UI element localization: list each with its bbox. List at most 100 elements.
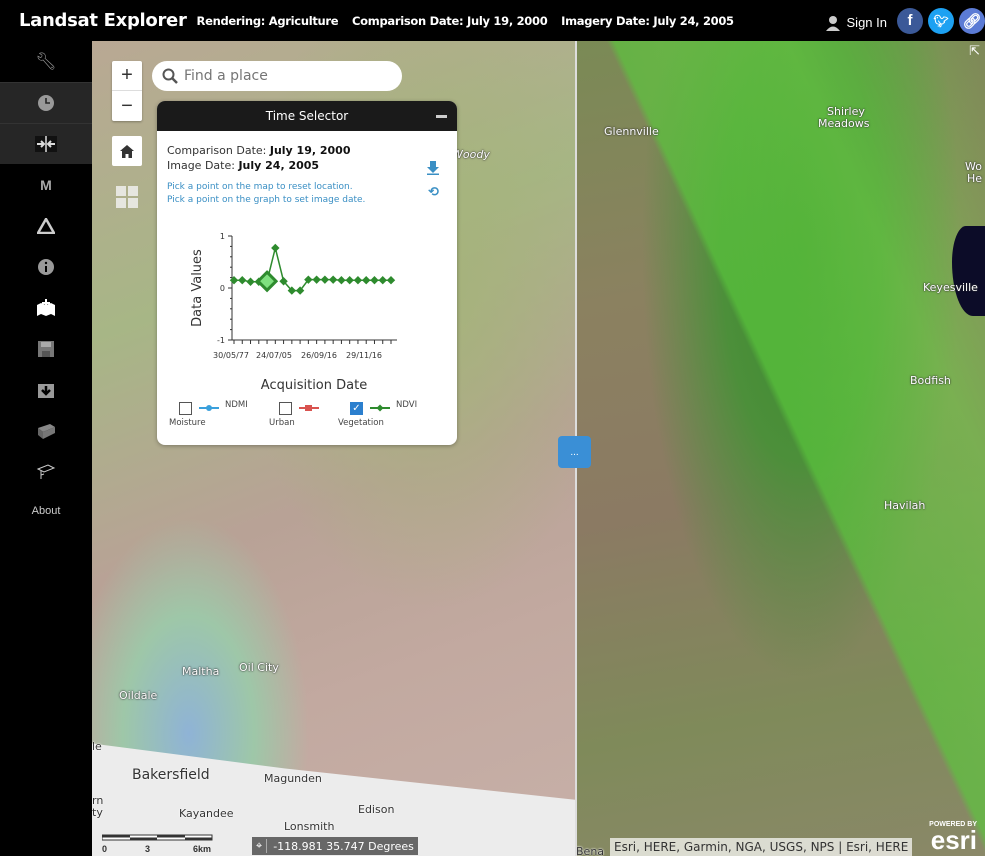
place-label: Bena: [576, 845, 605, 856]
data-point[interactable]: [353, 275, 363, 285]
scale-label: 3: [145, 844, 151, 854]
current-imagery-layer: [576, 41, 985, 856]
moisture-checkbox[interactable]: [179, 402, 192, 415]
zoom-in-button[interactable]: +: [112, 61, 142, 91]
urban-line-icon: [299, 405, 319, 411]
sidebar-item-time[interactable]: [0, 82, 92, 123]
selected-data-point[interactable]: [255, 270, 279, 293]
attribution: Esri, HERE, Garmin, NGA, USGS, NPS | Esr…: [610, 838, 913, 856]
data-point[interactable]: [370, 275, 379, 285]
swipe-icon: [35, 136, 57, 152]
comparison-date-row: Comparison Date: July 19, 2000: [167, 143, 447, 158]
legend-name: Urban: [269, 418, 295, 428]
x-tick-label: 26/09/16: [301, 351, 337, 360]
data-point[interactable]: [386, 275, 396, 285]
place-label: Lonsmith: [284, 820, 335, 833]
graduation-cap-icon: [36, 463, 56, 479]
x-tick-label: 30/05/77: [213, 351, 249, 360]
data-point[interactable]: [328, 275, 338, 284]
triangle-icon: [37, 217, 55, 234]
vegetation-checkbox[interactable]: ✓: [350, 402, 363, 415]
refresh-icon[interactable]: ⟲: [428, 185, 439, 200]
x-tick-label: 24/07/05: [256, 351, 292, 360]
link-icon[interactable]: 🔗︎: [959, 7, 985, 34]
minimize-icon[interactable]: [436, 115, 447, 118]
sidebar-item-bookmark[interactable]: [0, 287, 92, 328]
search-icon: [162, 68, 178, 84]
book-icon: [38, 423, 55, 439]
place-label: Magunden: [264, 772, 322, 785]
image-date-value: July 24, 2005: [238, 159, 320, 172]
sidebar-item-export[interactable]: [0, 369, 92, 410]
save-icon: [38, 340, 54, 357]
y-axis-title: Data Values: [190, 249, 205, 327]
place-label: Edison: [358, 803, 395, 816]
sidebar-item-save[interactable]: [0, 328, 92, 369]
ndmi-line-icon: [199, 405, 219, 411]
place-label: Bodfish: [910, 374, 951, 387]
scale-label: 0: [102, 844, 108, 854]
sign-in-label: Sign In: [846, 15, 887, 30]
search-input[interactable]: [184, 68, 384, 84]
home-icon: [120, 144, 134, 158]
user-icon: [825, 15, 840, 31]
sidebar-item-education[interactable]: [0, 451, 92, 492]
data-point[interactable]: [320, 275, 330, 284]
panel-header: Time Selector: [157, 101, 457, 131]
zoom-out-button[interactable]: −: [112, 91, 142, 121]
data-point[interactable]: [378, 275, 387, 285]
sidebar-item-about[interactable]: About: [0, 492, 92, 530]
comparison-date-value: July 19, 2000: [269, 144, 351, 157]
esri-logo: POWERED BY esri: [929, 821, 977, 854]
y-tick-label: 1: [220, 232, 225, 241]
place-label: Keyesville: [923, 281, 978, 294]
scale-bar-graphic: [101, 834, 213, 841]
crosshair-icon[interactable]: ⌖: [256, 839, 268, 853]
place-label: Maltha: [182, 665, 220, 678]
data-point[interactable]: [246, 277, 255, 286]
search-box: [152, 61, 402, 91]
facebook-icon[interactable]: f: [897, 7, 923, 34]
time-selector-panel: Time Selector Comparison Date: July 19, …: [157, 101, 457, 445]
home-button[interactable]: [112, 136, 142, 166]
expand-icon[interactable]: ⇱: [969, 43, 980, 59]
swipe-handle[interactable]: ...: [558, 436, 591, 468]
data-point[interactable]: [337, 275, 346, 285]
place-label: Oil City: [239, 661, 279, 674]
data-point[interactable]: [271, 243, 280, 253]
place-label: Meadows: [818, 117, 870, 130]
ndvi-chart[interactable]: 1 0 -1 30/05/77 24/07/05 26/09/16 29/11/16 Data…: [157, 201, 457, 401]
place-label: Havilah: [884, 499, 926, 512]
sidebar-item-change[interactable]: [0, 205, 92, 246]
place-label: Oildale: [119, 689, 158, 702]
place-label: Woody: [452, 148, 490, 161]
sidebar-item-swipe[interactable]: [0, 123, 92, 164]
esri-wordmark: esri: [930, 825, 977, 855]
download-icon[interactable]: [427, 161, 439, 175]
sidebar: 🔧︎ M About: [0, 41, 92, 856]
place-label: Bakersfield: [132, 767, 210, 783]
sidebar-item-renderer[interactable]: 🔧︎: [0, 41, 92, 82]
basemap-toggle-button[interactable]: [116, 186, 138, 208]
imagery-date-label: Imagery Date: July 24, 2005: [561, 13, 734, 28]
image-date-label: Image Date:: [167, 159, 239, 172]
sign-in-button[interactable]: Sign In: [825, 15, 887, 31]
hint-reset-location: Pick a point on the map to reset locatio…: [167, 182, 353, 192]
sidebar-item-mask[interactable]: M: [0, 164, 92, 205]
place-label: le: [92, 740, 102, 753]
legend-name: Vegetation: [338, 418, 384, 428]
sidebar-item-info[interactable]: [0, 246, 92, 287]
header-info: Rendering: Agriculture Comparison Date: …: [197, 14, 744, 28]
data-point[interactable]: [312, 275, 321, 284]
data-point[interactable]: [345, 275, 354, 285]
map-view[interactable]: Woody Glennville Shirley Meadows Wo He K…: [92, 41, 985, 856]
urban-checkbox[interactable]: [279, 402, 292, 415]
data-point[interactable]: [362, 275, 371, 285]
sidebar-item-story[interactable]: [0, 410, 92, 451]
place-label: Kayandee: [179, 807, 234, 820]
place-label: ty: [92, 806, 103, 819]
zoom-control: + −: [112, 61, 142, 121]
twitter-icon[interactable]: 🐦︎: [928, 7, 954, 34]
coordinate-value: -118.981 35.747 Degrees: [273, 839, 414, 853]
data-point[interactable]: [238, 275, 247, 285]
